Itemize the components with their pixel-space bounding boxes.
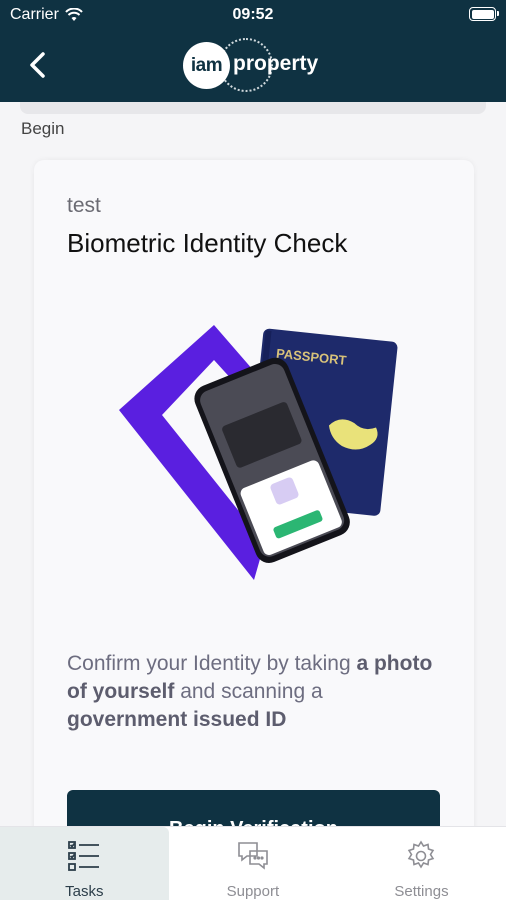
card-title: Biometric Identity Check [67,228,348,258]
tab-tasks-label: Tasks [65,883,104,900]
card-subtitle: test [67,194,101,217]
tab-tasks[interactable]: Tasks [0,827,169,900]
identity-check-illustration: PASSPORT [119,325,398,580]
logo-circle: iam [183,42,230,89]
bottom-tab-bar: Tasks Support Settings [0,826,506,900]
task-card: test Biometric Identity Check PASSPORT C… [34,160,474,880]
iam-property-logo: iam property [183,38,333,92]
app-header: Carrier 09:52 iam property [0,0,506,102]
tasks-icon [68,841,100,871]
tab-support[interactable]: Support [169,827,338,900]
tab-settings[interactable]: Settings [337,827,506,900]
tab-support-label: Support [226,883,280,900]
battery-icon [469,7,499,21]
clock: 09:52 [232,6,274,23]
description-text-1: Confirm your Identity by taking [67,652,357,675]
back-button[interactable] [24,50,54,80]
progress-step-label: Begin [21,119,65,138]
settings-icon [408,840,435,869]
tab-settings-label: Settings [394,883,449,900]
support-icon [238,842,268,870]
description-bold-2: government issued ID [67,708,287,731]
description-text-2: and scanning a [174,680,323,703]
status-bar: Carrier 09:52 [0,0,506,30]
card-description: Confirm your Identity by taking a photo … [67,650,447,734]
logo-wordmark: property [233,52,319,75]
progress-track [20,102,486,114]
